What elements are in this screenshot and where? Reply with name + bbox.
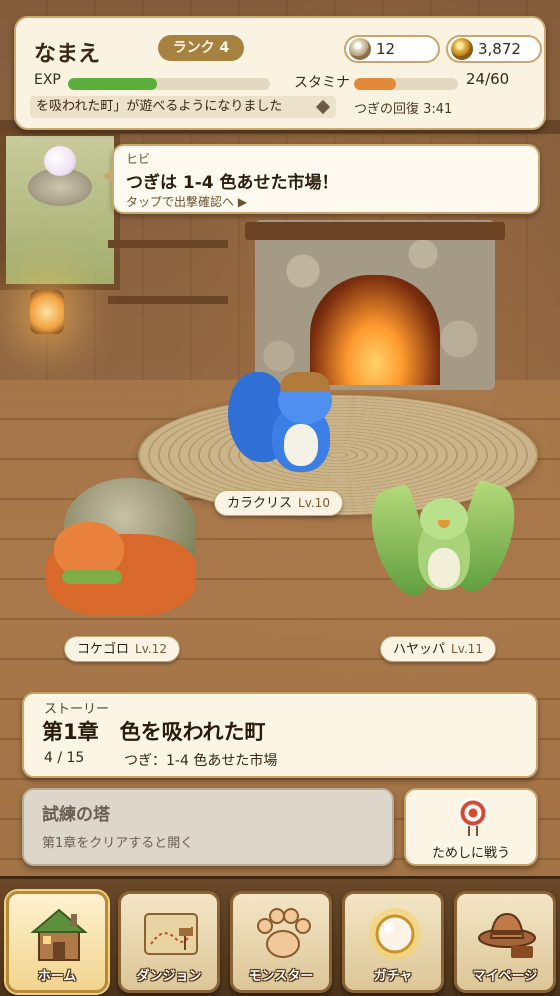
bubble-message: つぎは 1-4 色あせた市場！ bbox=[126, 173, 339, 193]
monster-level: Lv.11 bbox=[451, 642, 483, 656]
stamina-bar bbox=[354, 78, 458, 90]
stamina-value: 24/60 bbox=[466, 70, 510, 88]
nav-home[interactable]: ホーム bbox=[6, 891, 108, 993]
stamina-label: スタミナ bbox=[294, 75, 350, 91]
monster-level: Lv.10 bbox=[298, 496, 330, 510]
monster-name: ハヤッパ bbox=[393, 642, 446, 657]
bubble-speaker: ヒビ bbox=[126, 152, 151, 166]
gold-coin-icon bbox=[451, 38, 473, 60]
monster-hayappa[interactable] bbox=[360, 478, 526, 626]
nameplate-kokegoro[interactable]: コケゴロ Lv.12 bbox=[64, 636, 180, 662]
bird-head bbox=[420, 498, 468, 540]
monster-karakurisu[interactable] bbox=[228, 372, 338, 482]
story-title: 第1章 色を吸われた町 bbox=[42, 720, 266, 744]
tower-button-locked[interactable]: 試練の塔 第1章をクリアすると開く bbox=[22, 788, 394, 866]
exp-bar bbox=[68, 78, 270, 90]
rank-badge: ランク 4 bbox=[158, 35, 244, 61]
exp-bar-fill bbox=[68, 78, 157, 90]
bubble-hint: タップで出撃確認へ ▶ bbox=[126, 195, 248, 209]
monster-kokegoro[interactable] bbox=[46, 478, 198, 628]
target-stand bbox=[468, 826, 478, 836]
stamina-bar-fill bbox=[354, 78, 396, 90]
bird-belly bbox=[428, 548, 460, 588]
trial-battle-button[interactable]: ためしに戦う bbox=[404, 788, 538, 866]
gem-counter[interactable]: 12 bbox=[344, 35, 440, 63]
story-progress: 4 / 15 bbox=[44, 750, 85, 766]
nav-gacha-label: ガチャ bbox=[373, 969, 413, 984]
gold-counter[interactable]: 3,872 bbox=[446, 35, 542, 63]
ticker-text: を吸われた町」が遊べるようになりました bbox=[36, 99, 283, 114]
orb-icon bbox=[369, 908, 421, 960]
leaf-collar-icon bbox=[62, 570, 122, 584]
diamond-icon bbox=[315, 99, 331, 115]
story-button[interactable]: ストーリー 第1章 色を吸われた町 4 / 15 つぎ：1-4 色あせた市場 bbox=[22, 692, 538, 778]
story-next-stage: つぎ：1-4 色あせた市場 bbox=[124, 753, 278, 769]
map-icon bbox=[144, 913, 198, 955]
nav-dungeon-label: ダンジョン bbox=[136, 969, 202, 984]
lantern-icon bbox=[30, 290, 64, 334]
news-ticker[interactable]: を吸われた町」が遊べるようになりました bbox=[30, 96, 336, 118]
squirrel-belly bbox=[284, 424, 318, 466]
nav-mypage-label: マイページ bbox=[472, 969, 538, 984]
nameplate-hayappa[interactable]: ハヤッパ Lv.11 bbox=[380, 636, 496, 662]
trial-battle-label: ためしに戦う bbox=[431, 846, 510, 861]
nav-monster-label: モンスター bbox=[248, 969, 314, 984]
tower-title: 試練の塔 bbox=[42, 805, 110, 825]
player-status-panel: なまえ ランク 4 12 3,872 EXP スタミナ 24/60 を吸われた町… bbox=[14, 16, 546, 130]
nameplate-karakurisu[interactable]: カラクリス Lv.10 bbox=[214, 490, 343, 516]
guide-avatar[interactable] bbox=[28, 146, 92, 206]
nav-home-label: ホーム bbox=[37, 969, 77, 984]
nav-gacha[interactable]: ガチャ bbox=[342, 891, 444, 993]
monster-level: Lv.12 bbox=[135, 642, 167, 656]
bookshelf-lower bbox=[108, 296, 228, 304]
guide-speech-bubble[interactable]: ヒビ つぎは 1-4 色あせた市場！ タップで出撃確認へ ▶ bbox=[102, 144, 540, 214]
monster-name: コケゴロ bbox=[77, 642, 130, 657]
stamina-recovery-timer: つぎの回復 3:41 bbox=[354, 102, 453, 117]
nav-dungeon[interactable]: ダンジョン bbox=[118, 891, 220, 993]
fireplace-mantel bbox=[245, 222, 505, 240]
house-icon bbox=[30, 908, 88, 961]
gold-count: 3,872 bbox=[478, 40, 521, 58]
target-icon bbox=[458, 798, 488, 828]
monster-name: カラクリス bbox=[227, 496, 293, 511]
tower-unlock-condition: 第1章をクリアすると開く bbox=[42, 836, 194, 851]
paw-icon bbox=[257, 908, 311, 958]
bottom-nav: ホーム ダンジョン モンスター ガチャ マイページ bbox=[0, 876, 560, 996]
gem-icon bbox=[349, 38, 371, 60]
nav-monster[interactable]: モンスター bbox=[230, 891, 332, 993]
spirit-icon bbox=[44, 146, 76, 176]
acorn-hat-icon bbox=[280, 372, 330, 392]
story-tag: ストーリー bbox=[44, 702, 110, 717]
player-name[interactable]: なまえ bbox=[34, 36, 100, 68]
fire-icon bbox=[310, 275, 440, 385]
gem-count: 12 bbox=[376, 40, 396, 58]
bookshelf bbox=[108, 240, 228, 248]
exp-label: EXP bbox=[34, 72, 61, 88]
nav-mypage[interactable]: マイページ bbox=[454, 891, 556, 993]
hat-icon bbox=[478, 912, 536, 958]
